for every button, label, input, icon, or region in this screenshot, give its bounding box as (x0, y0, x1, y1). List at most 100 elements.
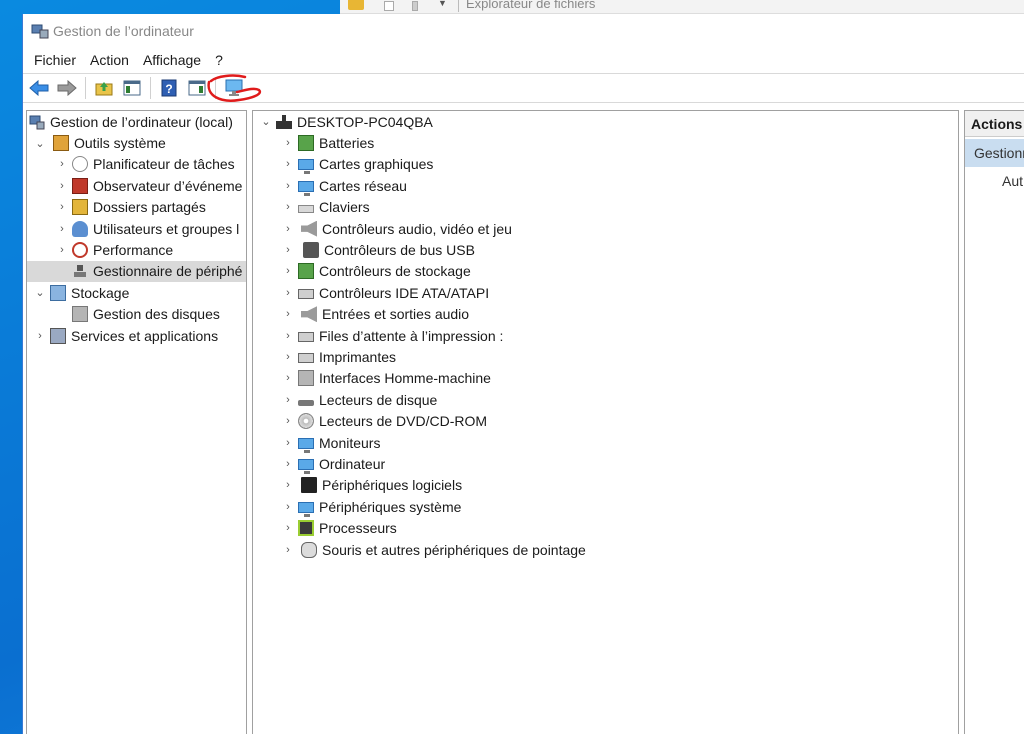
tree-item-system-tools[interactable]: ⌄ Outils système (27, 132, 246, 153)
chevron-down-icon[interactable]: ⌄ (259, 115, 273, 129)
tree-item-performance[interactable]: › Performance (27, 239, 246, 260)
chevron-down-icon[interactable]: ⌄ (33, 136, 47, 150)
chevron-right-icon[interactable]: › (55, 200, 69, 214)
tree-item-root[interactable]: Gestion de l’ordinateur (local) (27, 111, 246, 132)
device-category[interactable]: › Souris et autres périphériques de point… (253, 539, 958, 560)
device-category[interactable]: › Entrées et sorties audio (253, 304, 958, 325)
chevron-right-icon[interactable]: › (55, 157, 69, 171)
up-one-level-button[interactable] (92, 76, 116, 100)
device-category[interactable]: › Périphériques logiciels (253, 475, 958, 496)
help-icon: ? (161, 79, 177, 97)
device-category[interactable]: › Périphériques système (253, 496, 958, 517)
background-window-titlebar[interactable]: ▼ Explorateur de fichiers (340, 0, 1024, 14)
console-tree-icon (123, 80, 141, 96)
device-category[interactable]: › Imprimantes (253, 346, 958, 367)
tree-item-device-manager[interactable]: Gestionnaire de périphé (27, 260, 246, 283)
chevron-right-icon[interactable]: › (281, 264, 295, 278)
show-hide-console-tree-button[interactable] (120, 76, 144, 100)
event-viewer-icon (72, 177, 88, 194)
chevron-right-icon[interactable]: › (281, 500, 295, 514)
svg-text:?: ? (165, 82, 172, 96)
dvd-icon (298, 413, 314, 430)
device-category[interactable]: › Lecteurs de DVD/CD-ROM (253, 410, 958, 431)
chevron-right-icon[interactable]: › (281, 436, 295, 450)
device-category[interactable]: › Ordinateur (253, 453, 958, 474)
chevron-right-icon[interactable]: › (281, 157, 295, 171)
chevron-right-icon[interactable]: › (281, 543, 295, 557)
chevron-right-icon[interactable]: › (281, 393, 295, 407)
device-category[interactable]: › Batteries (253, 132, 958, 153)
device-category[interactable]: › Lecteurs de disque (253, 389, 958, 410)
tree-item-label: Utilisateurs et groupes l (93, 220, 240, 237)
device-category[interactable]: › Processeurs (253, 517, 958, 538)
processor-icon (298, 520, 314, 537)
device-category[interactable]: › Cartes réseau (253, 175, 958, 196)
monitor-icon (298, 437, 314, 453)
device-category[interactable]: › Files d’attente à l’impression : (253, 325, 958, 346)
folder-icon (348, 0, 364, 10)
actions-other-actions[interactable]: Aut (965, 167, 1024, 195)
tree-item-storage[interactable]: ⌄ Stockage (27, 282, 246, 303)
device-category[interactable]: › Moniteurs (253, 432, 958, 453)
disk-management-icon (72, 306, 88, 323)
tree-item-label: Gestionnaire de périphé (93, 263, 243, 280)
device-category[interactable]: › Contrôleurs de stockage (253, 261, 958, 282)
device-category[interactable]: › Claviers (253, 197, 958, 218)
up-folder-icon (95, 82, 113, 96)
tree-item-task-scheduler[interactable]: › Planificateur de tâches (27, 154, 246, 175)
actions-section-device-manager[interactable]: Gestionn (965, 139, 1024, 167)
device-category[interactable]: › Contrôleurs IDE ATA/ATAPI (253, 282, 958, 303)
chevron-right-icon[interactable]: › (55, 243, 69, 257)
device-category[interactable]: › Cartes graphiques (253, 154, 958, 175)
menu-fichier[interactable]: Fichier (27, 52, 83, 68)
device-category[interactable]: › Contrôleurs de bus USB (253, 239, 958, 260)
device-category-label: Contrôleurs IDE ATA/ATAPI (319, 284, 490, 301)
chevron-right-icon[interactable]: › (281, 457, 295, 471)
tree-item-event-viewer[interactable]: › Observateur d’événeme (27, 175, 246, 196)
chevron-right-icon[interactable]: › (281, 307, 295, 321)
device-category-label: Entrées et sorties audio (322, 306, 470, 323)
chevron-right-icon[interactable]: › (281, 179, 295, 193)
performance-icon (72, 242, 88, 259)
chevron-right-icon[interactable]: › (281, 329, 295, 343)
tree-item-shared-folders[interactable]: › Dossiers partagés (27, 197, 246, 218)
chevron-right-icon[interactable]: › (281, 286, 295, 300)
chevron-right-icon[interactable]: › (33, 329, 47, 343)
display-adapter-icon (298, 159, 314, 175)
console-tree[interactable]: Gestion de l’ordinateur (local) ⌄ Outils… (26, 110, 247, 734)
device-category-label: Contrôleurs de stockage (319, 263, 471, 280)
device-category-label: Interfaces Homme-machine (319, 370, 491, 387)
software-device-icon (301, 477, 317, 494)
tree-item-disk-management[interactable]: Gestion des disques (27, 304, 246, 325)
device-category-label: Contrôleurs de bus USB (324, 242, 475, 259)
chevron-right-icon[interactable]: › (281, 350, 295, 364)
chevron-down-icon[interactable]: ⌄ (33, 286, 47, 300)
menu-help[interactable]: ? (208, 52, 230, 68)
device-category[interactable]: › Interfaces Homme-machine (253, 368, 958, 389)
device-list[interactable]: ⌄ DESKTOP-PC04QBA › Batteries › Cartes grap… (252, 110, 959, 734)
tree-item-local-users[interactable]: › Utilisateurs et groupes l (27, 218, 246, 239)
forward-button[interactable] (55, 76, 79, 100)
chevron-right-icon[interactable]: › (281, 371, 295, 385)
tree-item-services[interactable]: › Services et applications (27, 325, 246, 346)
menu-affichage[interactable]: Affichage (136, 52, 208, 68)
menu-action[interactable]: Action (83, 52, 136, 68)
chevron-right-icon[interactable]: › (281, 136, 295, 150)
chevron-right-icon[interactable]: › (55, 222, 69, 236)
tree-item-label: Performance (93, 242, 174, 259)
chevron-right-icon[interactable]: › (281, 414, 295, 428)
chevron-right-icon[interactable]: › (281, 521, 295, 535)
back-button[interactable] (27, 76, 51, 100)
chevron-right-icon[interactable]: › (281, 478, 295, 492)
chevron-right-icon[interactable]: › (281, 200, 295, 214)
chevron-right-icon[interactable]: › (55, 179, 69, 193)
title-bar[interactable]: Gestion de l’ordinateur (23, 14, 1024, 47)
tree-item-label: Dossiers partagés (93, 199, 206, 216)
keyboard-icon (298, 205, 314, 214)
chevron-right-icon[interactable]: › (281, 222, 295, 236)
device-category[interactable]: › Contrôleurs audio, vidéo et jeu (253, 218, 958, 239)
help-button[interactable]: ? (157, 76, 181, 100)
chevron-down-icon[interactable]: ▼ (438, 0, 447, 8)
chevron-right-icon[interactable]: › (281, 243, 295, 257)
device-root[interactable]: ⌄ DESKTOP-PC04QBA (253, 111, 958, 132)
